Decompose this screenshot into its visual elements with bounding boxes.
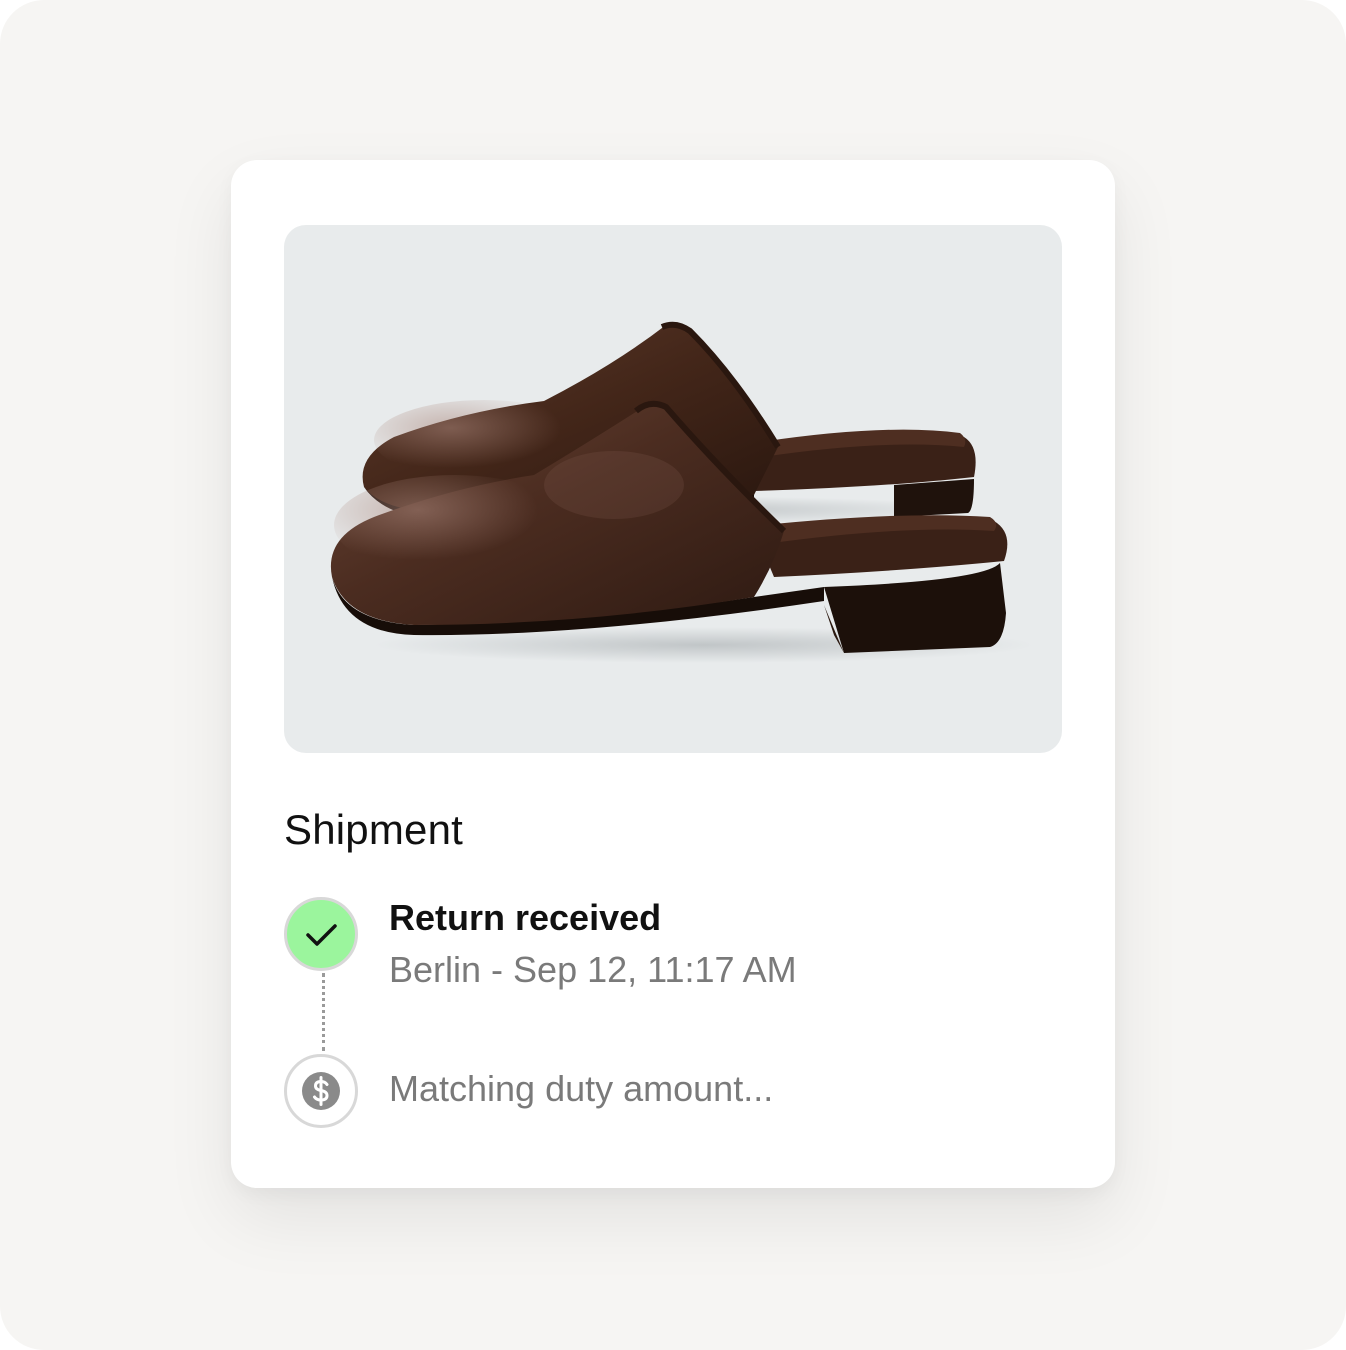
- step-complete-indicator: [284, 897, 358, 971]
- product-photo: [284, 225, 1062, 753]
- dollar-icon: [302, 1072, 340, 1110]
- check-icon: [306, 924, 337, 946]
- timeline-connector: [322, 973, 325, 1051]
- step-label: Matching duty amount...: [389, 1068, 774, 1109]
- shipment-card: Shipment Return received Berlin - Sep 12…: [231, 160, 1115, 1188]
- mule-shoes-image: [330, 321, 1034, 663]
- section-title: Shipment: [284, 806, 464, 853]
- step-label: Return received: [389, 897, 662, 938]
- step-detail: Berlin - Sep 12, 11:17 AM: [389, 949, 797, 990]
- step-pending-indicator: [284, 1054, 358, 1128]
